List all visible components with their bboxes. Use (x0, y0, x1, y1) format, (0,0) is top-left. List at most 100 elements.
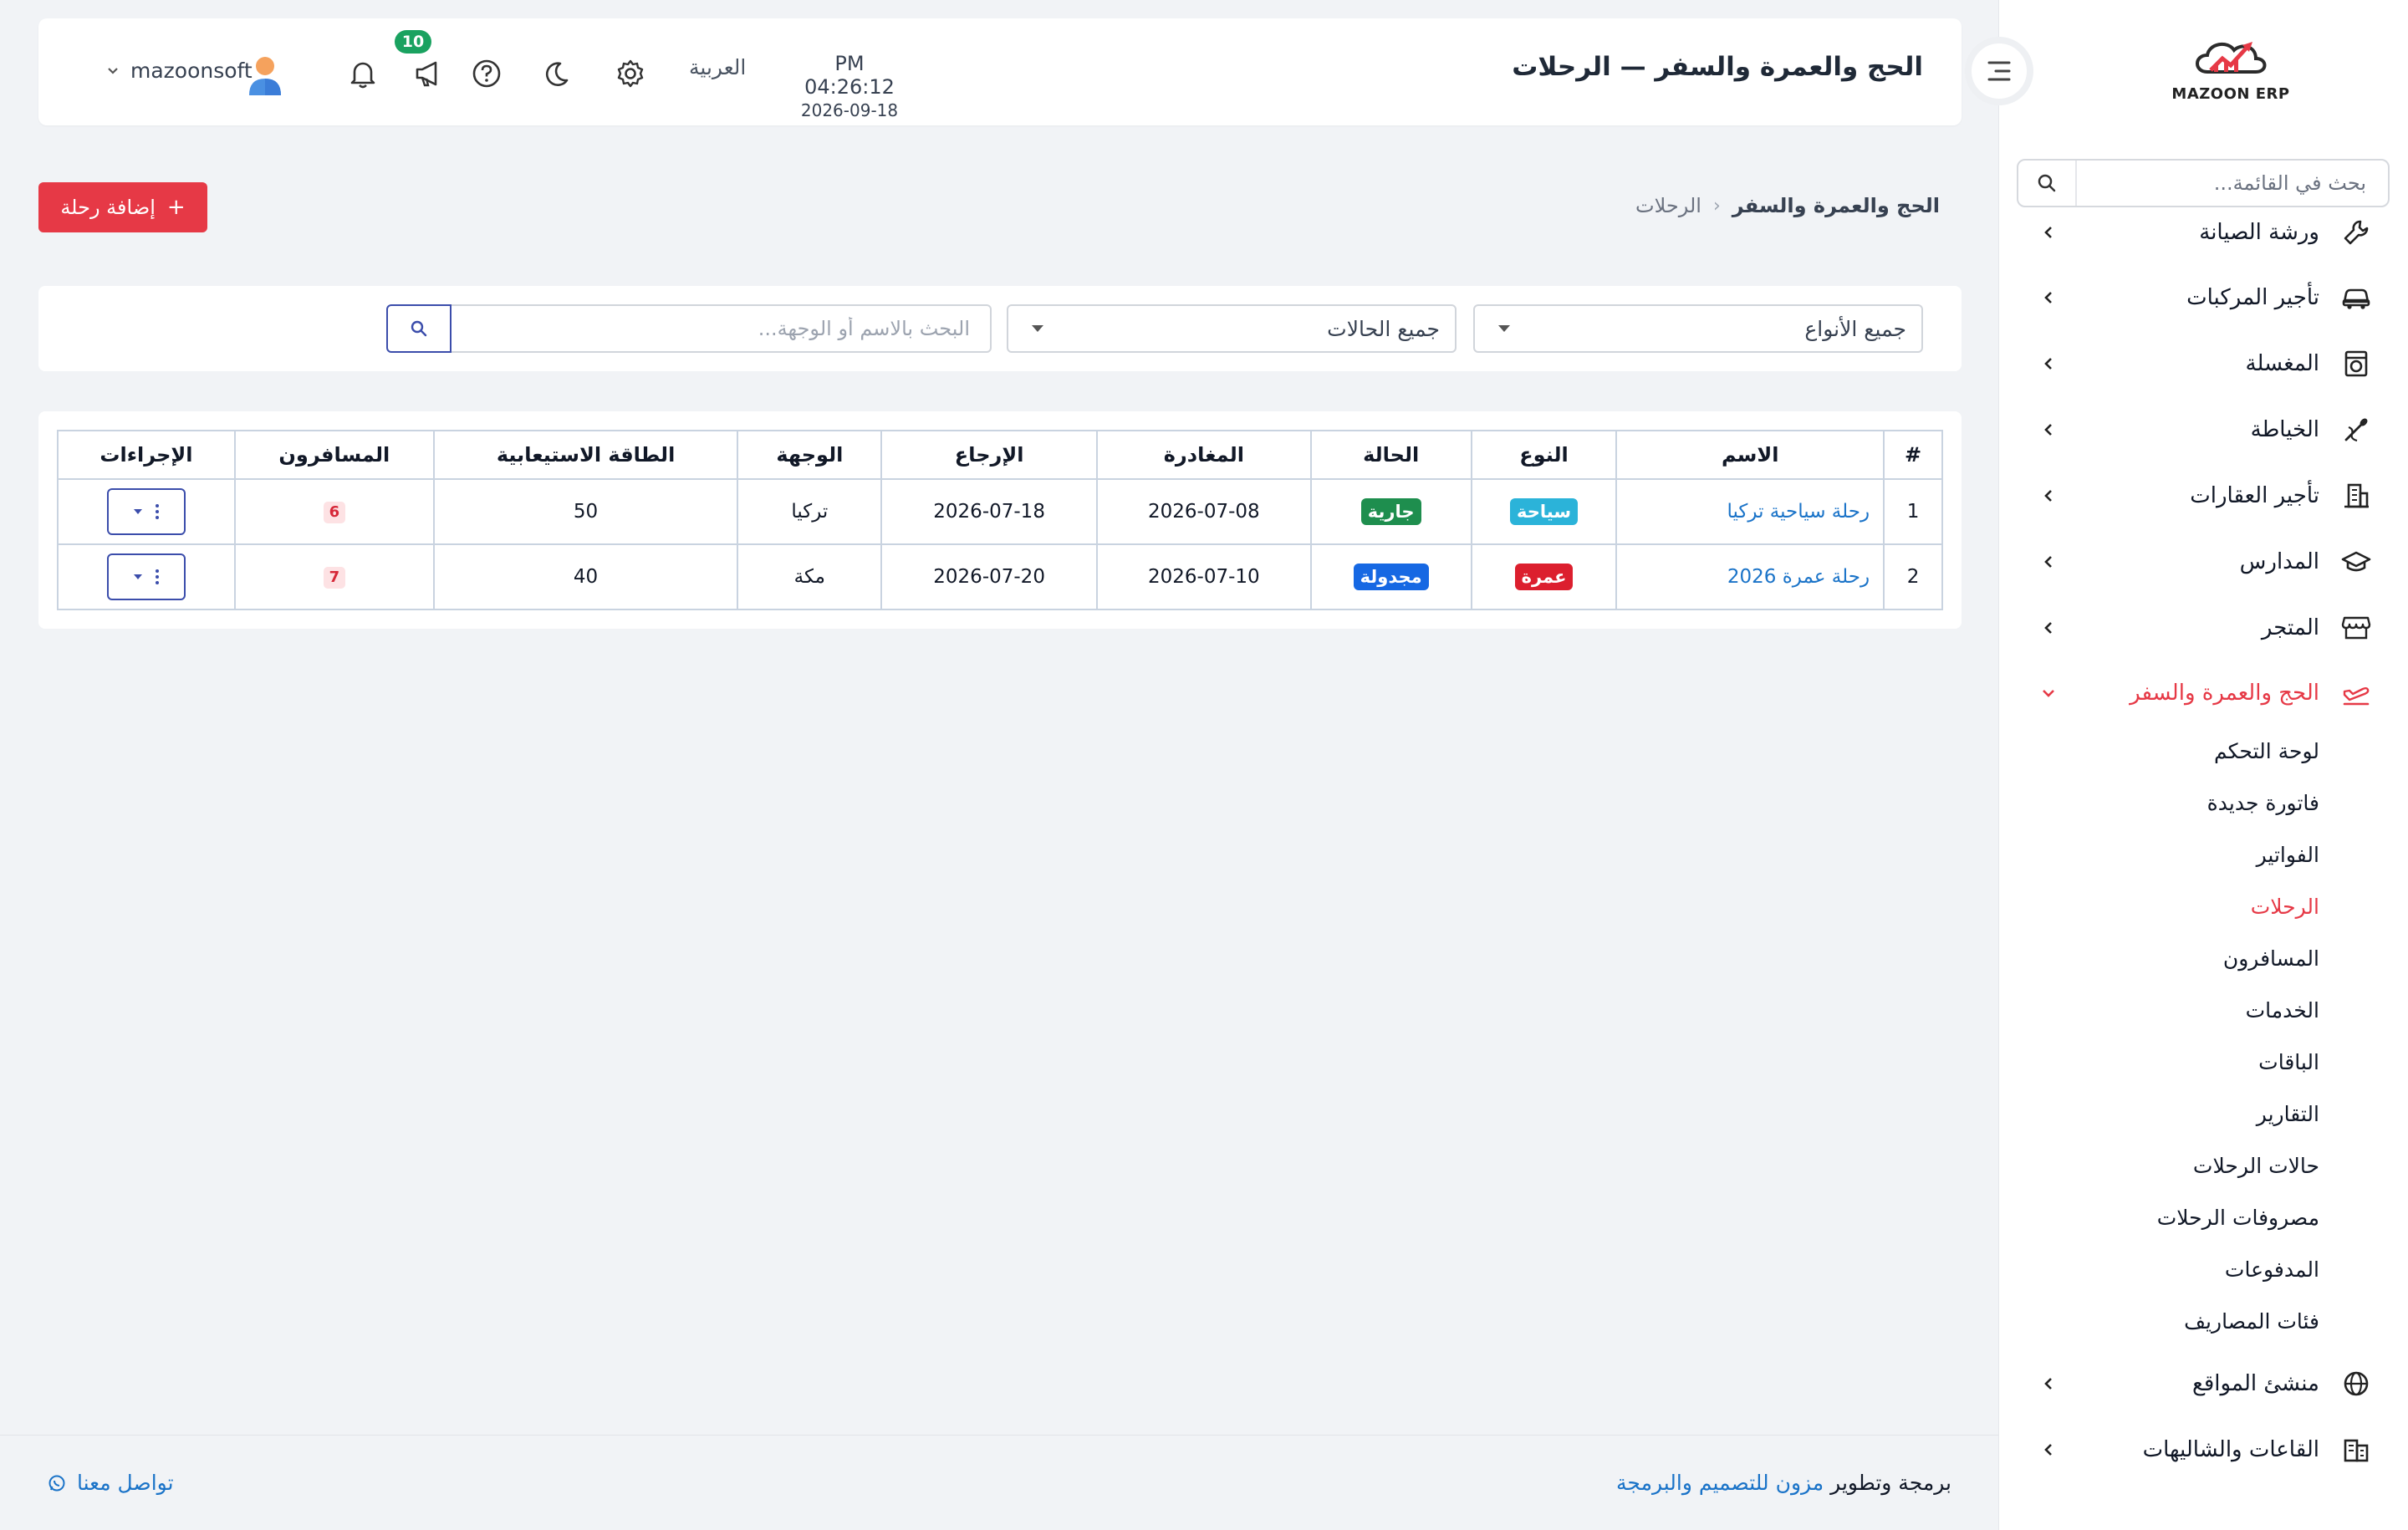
cell-type: سياحة (1470, 478, 1618, 545)
col-name[interactable]: الاسم (1615, 430, 1885, 480)
status-badge: جارية (1360, 498, 1421, 525)
col-status[interactable]: الحالة (1309, 430, 1472, 480)
sidebar-item-label: المغسلة (2245, 351, 2319, 376)
sidebar-subitem-reports[interactable]: التقارير (2257, 1102, 2319, 1126)
wrench-icon (2339, 216, 2373, 249)
gear-icon[interactable] (612, 55, 649, 92)
status-filter-value: جميع الحالات (1327, 316, 1440, 341)
sidebar-subitem-trip-expenses[interactable]: مصروفات الرحلات (2157, 1206, 2319, 1230)
username: mazoonsoft (130, 59, 253, 83)
type-filter-select[interactable]: جميع الأنواع (1473, 304, 1923, 353)
cell-actions (57, 478, 236, 545)
sidebar-item-maintenance[interactable]: ورشة الصيانة (1998, 207, 2408, 258)
cell-actions (57, 543, 236, 610)
moon-icon[interactable] (537, 55, 574, 92)
table-header-row: # الاسم النوع الحالة المغادرة الإرجاع ال… (57, 430, 1943, 480)
chevron-down-icon (108, 67, 118, 74)
caret-down-icon (1032, 325, 1043, 332)
search-icon (411, 320, 427, 337)
megaphone-icon[interactable] (410, 55, 446, 92)
plus-icon: + (166, 195, 186, 220)
chevron-left-icon (2032, 347, 2065, 380)
sidebar-subitem-trips[interactable]: الرحلات (2251, 895, 2319, 919)
chevron-left-icon: ‹ (1712, 195, 1721, 217)
sidebar-subitem-invoices[interactable]: الفواتير (2257, 843, 2319, 867)
row-actions-button[interactable] (106, 488, 186, 535)
status-filter-select[interactable]: جميع الحالات (1007, 304, 1457, 353)
help-icon[interactable] (468, 55, 505, 92)
breadcrumb-root[interactable]: الحج والعمرة والسفر (1732, 194, 1940, 217)
trip-search-input[interactable] (452, 304, 992, 353)
table-row: 1 رحلة سياحية تركيا سياحة جارية 2026-07-… (57, 478, 1943, 545)
cell-travelers: 6 (233, 478, 435, 545)
brand-logo[interactable]: MAZOON ERP (2164, 37, 2298, 112)
add-trip-label: إضافة رحلة (60, 196, 156, 219)
sidebar-item-label: القاعات والشاليهات (2142, 1437, 2319, 1462)
sidebar-toggle-button[interactable] (1965, 37, 2033, 105)
washing-machine-icon (2339, 347, 2373, 380)
col-return[interactable]: الإرجاع (880, 430, 1098, 480)
cell-name-link[interactable]: رحلة عمرة 2026 (1615, 543, 1885, 610)
add-trip-button[interactable]: + إضافة رحلة (38, 182, 207, 232)
sidebar-search-input[interactable] (2077, 161, 2388, 206)
cell-departure: 2026-07-08 (1095, 478, 1312, 545)
sidebar-subitem-payments[interactable]: المدفوعات (2225, 1257, 2319, 1282)
cell-capacity: 40 (432, 543, 739, 610)
col-departure[interactable]: المغادرة (1095, 430, 1312, 480)
type-badge: عمرة (1514, 564, 1574, 590)
sidebar-subitem-packages[interactable]: الباقات (2258, 1050, 2319, 1074)
menu-lines-icon (1987, 61, 2011, 81)
sidebar-item-hajj-umrah-travel[interactable]: الحج والعمرة والسفر (1998, 668, 2408, 718)
search-button[interactable] (386, 304, 452, 353)
chevron-left-icon (2032, 216, 2065, 249)
col-travelers[interactable]: المسافرون (233, 430, 435, 480)
type-badge: سياحة (1510, 498, 1578, 525)
cell-name-link[interactable]: رحلة سياحية تركيا (1615, 478, 1885, 545)
col-destination[interactable]: الوجهة (737, 430, 883, 480)
col-number: # (1883, 430, 1943, 480)
hall-icon (2339, 1433, 2373, 1466)
sidebar-item-label: منشئ المواقع (2191, 1371, 2319, 1396)
plane-icon (2339, 676, 2373, 710)
caret-down-icon (133, 509, 142, 514)
col-type[interactable]: النوع (1470, 430, 1618, 480)
contact-us-link[interactable]: تواصل معنا (47, 1471, 174, 1495)
sidebar-item-label: تأجير العقارات (2190, 483, 2319, 508)
cell-type: عمرة (1470, 543, 1618, 610)
col-actions: الإجراءات (57, 430, 236, 480)
sidebar-item-website-builder[interactable]: منشئ المواقع (1998, 1359, 2408, 1409)
cell-number: 1 (1883, 478, 1943, 545)
kebab-icon (155, 569, 159, 584)
cell-status: مجدولة (1309, 543, 1472, 610)
sidebar-item-halls-chalets[interactable]: القاعات والشاليهات (1998, 1425, 2408, 1475)
sidebar-item-schools[interactable]: المدارس (1998, 537, 2408, 587)
trips-table-card: # الاسم النوع الحالة المغادرة الإرجاع ال… (38, 411, 1962, 629)
sidebar-item-tailoring[interactable]: الخياطة (1998, 405, 2408, 455)
sidebar-subitem-dashboard[interactable]: لوحة التحكم (2214, 739, 2319, 763)
cell-destination: تركيا (737, 478, 883, 545)
sidebar-item-store[interactable]: المتجر (1998, 603, 2408, 653)
whatsapp-icon (48, 1475, 65, 1491)
sidebar-subitem-new-invoice[interactable]: فاتورة جديدة (2207, 791, 2319, 815)
clock: PM 04:26:12 2026-09-18 (791, 52, 908, 120)
credit-brand-link[interactable]: مزون للتصميم والبرمجة (1616, 1471, 1824, 1495)
bell-icon[interactable] (344, 55, 381, 92)
sidebar-item-label: الحج والعمرة والسفر (2130, 681, 2319, 706)
language-switcher[interactable]: العربية (689, 55, 746, 79)
sidebar-item-vehicle-rental[interactable]: تأجير المركبات (1998, 273, 2408, 323)
sidebar-item-label: تأجير المركبات (2186, 285, 2319, 310)
sidebar-item-laundry[interactable]: المغسلة (1998, 339, 2408, 389)
col-capacity[interactable]: الطاقة الاستيعابية (432, 430, 739, 480)
sidebar-item-real-estate[interactable]: تأجير العقارات (1998, 471, 2408, 521)
sidebar-subitem-expense-categories[interactable]: فئات المصاريف (2184, 1309, 2319, 1334)
footer: برمجة وتطوير مزون للتصميم والبرمجة تواصل… (0, 1435, 1998, 1530)
store-icon (2339, 611, 2373, 645)
sidebar-subitem-travelers[interactable]: المسافرون (2223, 946, 2319, 971)
sidebar-subitem-trip-statuses[interactable]: حالات الرحلات (2193, 1154, 2319, 1178)
trip-search (386, 304, 992, 353)
chevron-left-icon (2032, 611, 2065, 645)
user-menu[interactable]: mazoonsoft (107, 59, 253, 83)
sidebar-subitem-services[interactable]: الخدمات (2246, 998, 2319, 1023)
search-icon[interactable] (2018, 161, 2077, 206)
row-actions-button[interactable] (106, 553, 186, 600)
